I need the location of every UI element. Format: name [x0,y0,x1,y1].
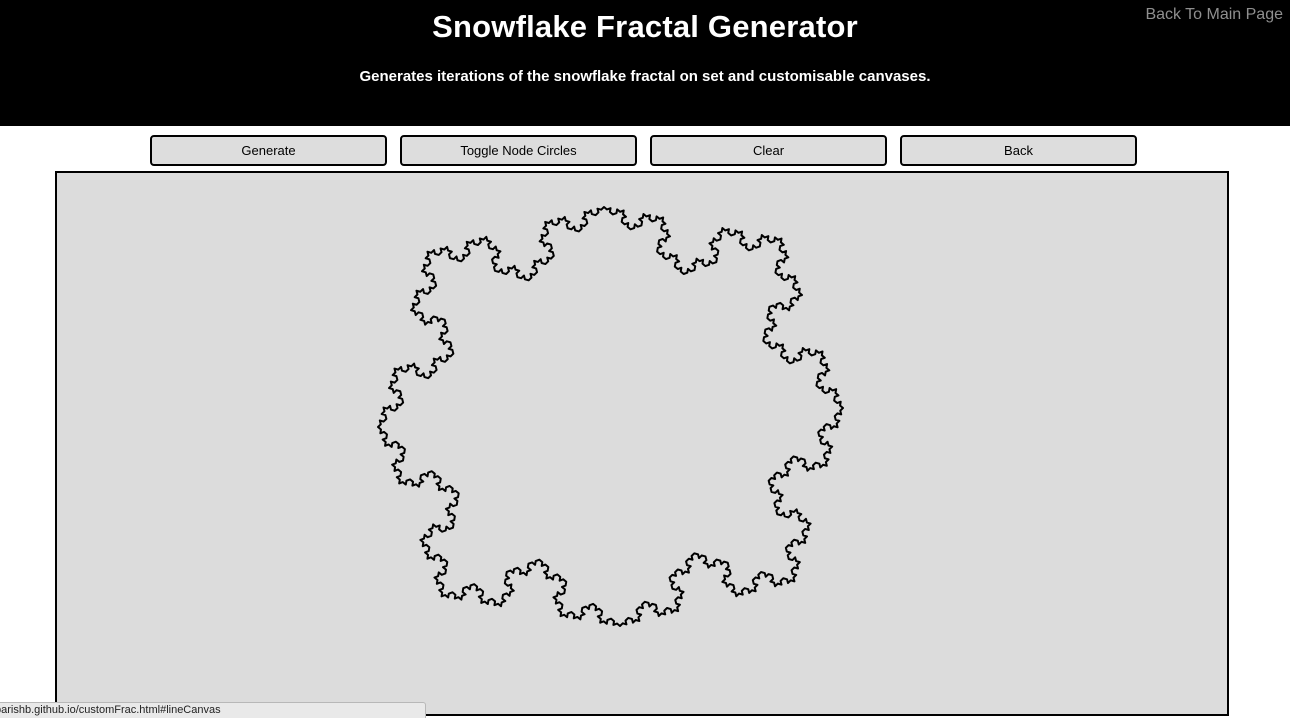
page: Snowflake Fractal Generator Generates it… [0,0,1290,718]
line-canvas[interactable] [55,171,1229,716]
snowflake-fractal-path [377,206,844,627]
fractal-drawing [377,206,844,627]
status-bar-url: parishb.github.io/customFrac.html#lineCa… [0,702,426,718]
